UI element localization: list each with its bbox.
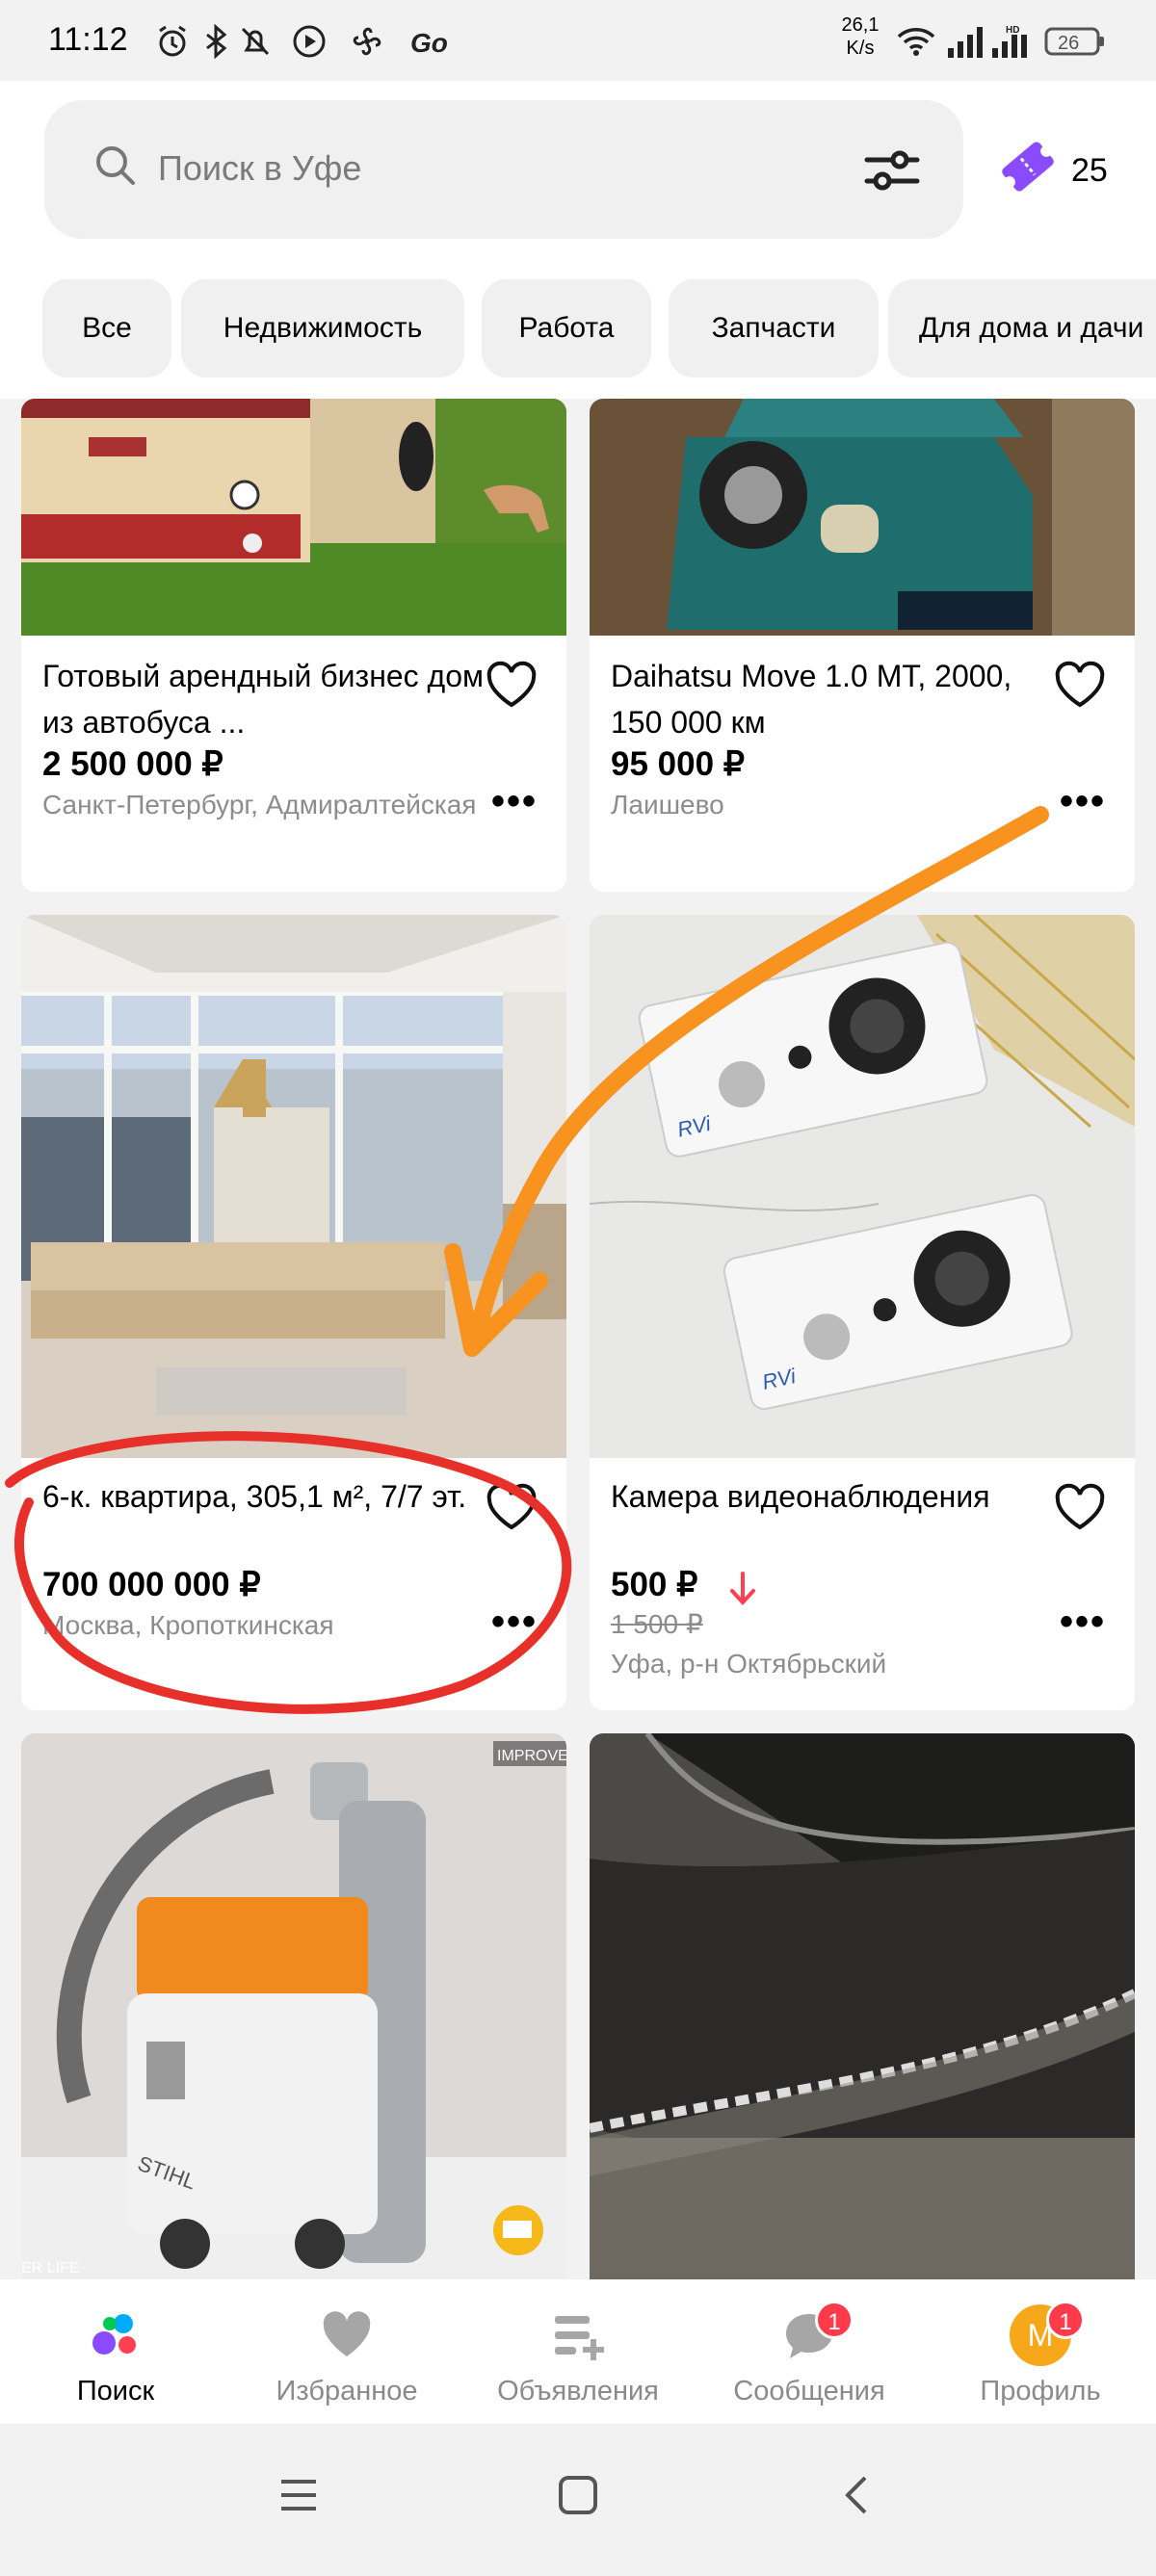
status-bar: 11:12 Go 26,1 K/s HD 26 [0, 0, 1156, 81]
favorite-heart-icon[interactable] [1052, 661, 1108, 711]
listing-title[interactable]: Daihatsu Move 1.0 MT, 2000, 150 000 км [611, 653, 1054, 745]
nav-label: Поиск [76, 2376, 155, 2407]
play-icon [293, 25, 326, 58]
more-options-icon[interactable]: ••• [1060, 782, 1106, 820]
listing-photo-camera: RVi RVi [590, 915, 1135, 1458]
battery-icon: 26 [1044, 27, 1104, 56]
listing-photo-vacuum: STIHL IMPROVE ER LIFE [21, 1733, 566, 2279]
listing-card[interactable]: 6-к. квартира, 305,1 м², 7/7 эт. 700 000… [21, 915, 566, 1710]
nav-tab-listings[interactable]: Объявления [462, 2279, 694, 2424]
listing-price: 95 000 ₽ [611, 745, 746, 783]
listing-photo-car-door [590, 1733, 1135, 2279]
search-dots-icon [92, 2314, 136, 2355]
listing-location: Санкт-Петербург, Адмиралтейская [42, 790, 477, 820]
listing-location: Уфа, р-н Октябрьский [611, 1649, 887, 1678]
listings-icon [555, 2316, 604, 2360]
listing-location: Москва, Кропоткинская [42, 1610, 334, 1640]
bottom-navigation: Поиск Избранное Объявления 1 Сообщения М… [0, 2279, 1156, 2424]
search-input[interactable]: Поиск в Уфе [44, 100, 963, 239]
nav-tab-messages[interactable]: 1 Сообщения [694, 2279, 925, 2424]
nav-label: Избранное [276, 2376, 418, 2407]
search-icon [96, 146, 135, 185]
favorite-heart-icon[interactable] [1052, 1483, 1108, 1533]
hd-signal-icon: HD [992, 25, 1027, 58]
system-navigation-bar [0, 2424, 1156, 2576]
listing-card[interactable] [590, 1733, 1135, 2279]
header: Поиск в Уфе 25 Все Недвижимость Работа З… [0, 81, 1156, 399]
category-chip-jobs[interactable]: Работа [482, 279, 651, 377]
listing-photo-car [590, 399, 1135, 636]
svg-text:ER LIFE: ER LIFE [21, 2260, 79, 2277]
tickets-icon[interactable] [996, 135, 1060, 198]
nav-tab-favorites[interactable]: Избранное [231, 2279, 462, 2424]
nav-tab-profile[interactable]: М 1 Профиль [925, 2279, 1156, 2424]
more-options-icon[interactable]: ••• [1060, 1602, 1106, 1641]
listing-title[interactable]: Камера видеонаблюдения [611, 1473, 1054, 1520]
menu-icon[interactable] [276, 2472, 322, 2518]
back-icon[interactable] [834, 2472, 880, 2518]
price-drop-icon [730, 1572, 755, 1605]
tickets-count: 25 [1071, 152, 1108, 189]
nav-tab-search[interactable]: Поиск [0, 2279, 231, 2424]
filter-icon[interactable] [861, 144, 923, 196]
category-chip-realty[interactable]: Недвижимость [181, 279, 464, 377]
listing-old-price: 1 500 ₽ [611, 1609, 703, 1639]
listing-card[interactable]: Готовый арендный бизнес дом из автобуса … [21, 399, 566, 892]
category-chip-all[interactable]: Все [42, 279, 171, 377]
listing-photo-apartment [21, 915, 566, 1458]
listing-title[interactable]: Готовый арендный бизнес дом из автобуса … [42, 653, 486, 745]
fan-icon [353, 27, 381, 56]
listing-photo-bus [21, 399, 566, 636]
nav-label: Профиль [980, 2376, 1101, 2407]
favorite-heart-icon[interactable] [484, 1483, 539, 1533]
listing-card[interactable]: STIHL IMPROVE ER LIFE [21, 1733, 566, 2279]
listing-price: 700 000 000 ₽ [42, 1566, 261, 1603]
favorite-heart-icon[interactable] [484, 661, 539, 711]
more-options-icon[interactable]: ••• [491, 782, 538, 820]
svg-text:HD: HD [1006, 25, 1019, 36]
listing-price: 500 ₽ [611, 1566, 698, 1603]
network-speed: 26,1 K/s [841, 14, 880, 59]
home-icon[interactable] [555, 2472, 601, 2518]
bluetooth-icon [206, 23, 227, 60]
alarm-icon [159, 25, 186, 57]
mute-icon [241, 27, 270, 56]
listing-location: Лаишево [611, 790, 724, 820]
unread-badge: 1 [815, 2301, 854, 2339]
svg-text:26: 26 [1058, 33, 1079, 54]
signal-icon [948, 27, 983, 58]
status-time: 11:12 [48, 21, 128, 58]
category-chip-parts[interactable]: Запчасти [669, 279, 879, 377]
go-icon: Go [410, 28, 448, 58]
heart-icon [323, 2311, 371, 2356]
category-chip-home[interactable]: Для дома и дачи [888, 279, 1156, 377]
nav-label: Сообщения [733, 2376, 885, 2407]
more-options-icon[interactable]: ••• [491, 1602, 538, 1641]
listing-card[interactable]: Daihatsu Move 1.0 MT, 2000, 150 000 км 9… [590, 399, 1135, 892]
listing-title[interactable]: 6-к. квартира, 305,1 м², 7/7 эт. [42, 1473, 486, 1520]
nav-label: Объявления [497, 2376, 659, 2407]
svg-text:IMPROVE: IMPROVE [497, 1748, 566, 1764]
listing-price: 2 500 000 ₽ [42, 745, 223, 783]
search-placeholder: Поиск в Уфе [158, 148, 362, 188]
svg-text:Go: Go [410, 28, 448, 58]
notification-badge: 1 [1046, 2301, 1085, 2339]
wifi-icon [897, 28, 935, 56]
listing-card[interactable]: RVi RVi Камера видеонаблюдения 500 ₽ 1 5… [590, 915, 1135, 1710]
